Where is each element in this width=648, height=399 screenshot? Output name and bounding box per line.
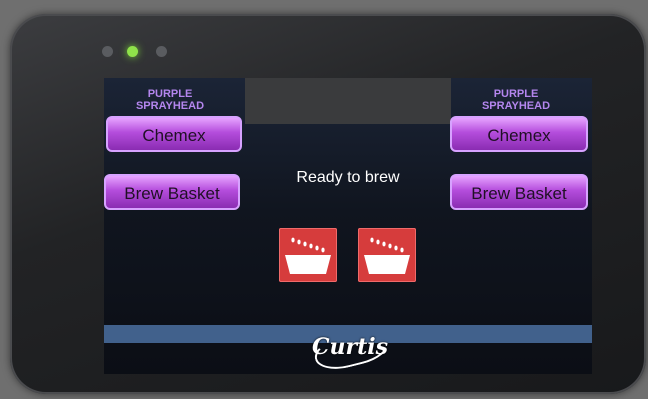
left-brew-start-button[interactable] (279, 228, 337, 282)
left-sprayhead-label-line2: SPRAYHEAD (135, 100, 205, 112)
brew-basket-icon (285, 237, 331, 274)
status-header-panel (245, 78, 451, 124)
brew-basket-icon (364, 237, 410, 274)
right-chemex-button[interactable]: Chemex (450, 116, 588, 152)
left-brew-basket-button[interactable]: Brew Basket (104, 174, 240, 210)
right-brew-start-button[interactable] (358, 228, 416, 282)
curtis-logo: Curtis (310, 331, 390, 363)
right-brew-basket-button[interactable]: Brew Basket (450, 174, 588, 210)
left-sprayhead-label: PURPLE SPRAYHEAD (104, 88, 236, 112)
status-text: Ready to brew (296, 169, 400, 186)
right-sprayhead-label: PURPLE SPRAYHEAD (450, 88, 582, 112)
status-led-left (102, 46, 113, 57)
left-sprayhead-label-line1: PURPLE (147, 88, 193, 100)
brewer-control-panel: PURPLE SPRAYHEAD Chemex Brew Basket PURP… (10, 14, 646, 394)
touch-screen: PURPLE SPRAYHEAD Chemex Brew Basket PURP… (104, 78, 592, 374)
right-sprayhead-label-line2: SPRAYHEAD (481, 100, 551, 112)
status-led-right (156, 46, 167, 57)
status-led-ready (127, 46, 138, 57)
right-sprayhead-label-line1: PURPLE (493, 88, 539, 100)
left-chemex-button[interactable]: Chemex (106, 116, 242, 152)
